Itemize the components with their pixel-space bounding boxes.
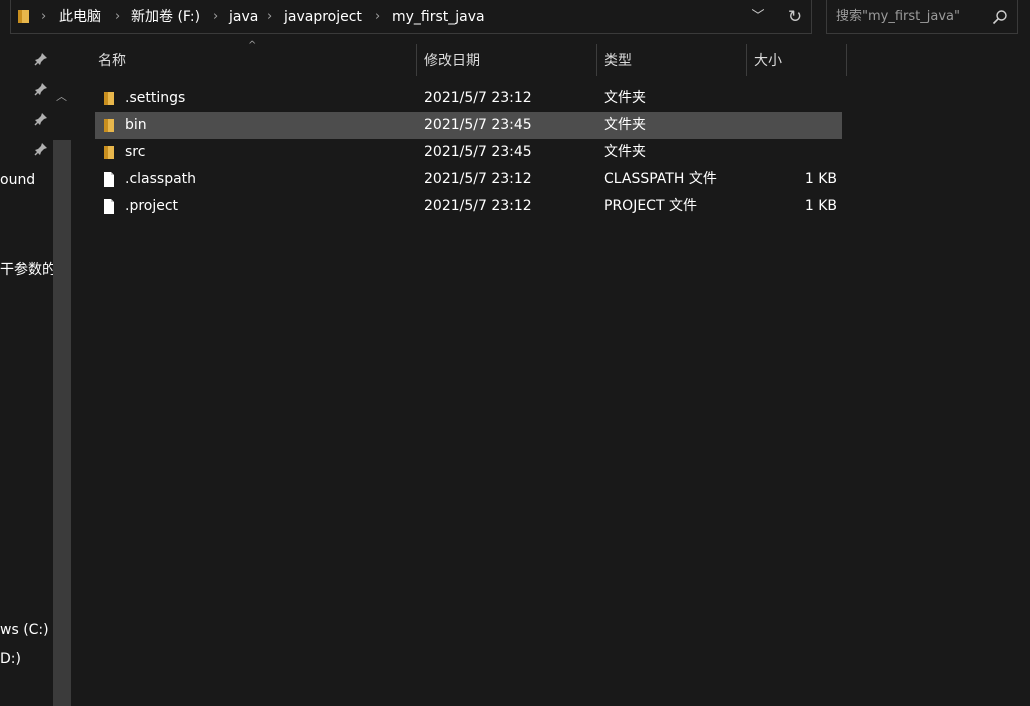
file-row[interactable]: .classpath 2021/5/7 23:12 CLASSPATH 文件 1…: [95, 166, 842, 193]
nav-item-drive-d[interactable]: D:): [0, 650, 21, 668]
breadcrumb-javaproject[interactable]: javaproject: [284, 8, 362, 26]
file-row-selected[interactable]: bin 2021/5/7 23:45 文件夹: [95, 112, 842, 139]
folder-icon: [104, 92, 114, 105]
file-icon: [104, 172, 114, 187]
search-icon[interactable]: [992, 9, 1008, 25]
file-name: .classpath: [125, 171, 197, 187]
file-name: bin: [125, 117, 147, 133]
pin-icon[interactable]: [34, 112, 48, 126]
address-history-dropdown[interactable]: ﹀: [744, 5, 772, 29]
breadcrumb-this-pc[interactable]: 此电脑: [59, 8, 101, 26]
pin-icon[interactable]: [34, 82, 48, 96]
refresh-icon[interactable]: ↻: [781, 5, 809, 29]
file-date: 2021/5/7 23:45: [424, 144, 532, 160]
column-divider[interactable]: [846, 44, 847, 76]
nav-item-drive-c[interactable]: ws (C:): [0, 621, 49, 639]
breadcrumb-java[interactable]: java: [229, 8, 258, 26]
file-name: .project: [125, 198, 179, 214]
chevron-right-icon[interactable]: ›: [115, 8, 120, 26]
file-type: CLASSPATH 文件: [604, 171, 717, 187]
file-date: 2021/5/7 23:12: [424, 171, 532, 187]
column-header-name[interactable]: 名称: [98, 52, 126, 70]
breadcrumb-my-first-java[interactable]: my_first_java: [392, 8, 485, 26]
file-icon: [104, 199, 114, 214]
file-date: 2021/5/7 23:45: [424, 117, 532, 133]
chevron-right-icon[interactable]: ›: [267, 8, 272, 26]
address-bar-region: › 此电脑 › 新加卷 (F:) › java › javaproject › …: [0, 0, 1030, 40]
breadcrumb-drive-f[interactable]: 新加卷 (F:): [131, 8, 200, 26]
pin-icon[interactable]: [34, 52, 48, 66]
nav-item-partial[interactable]: 干参数的J: [0, 261, 60, 279]
file-size: 1 KB: [804, 171, 837, 187]
pin-icon[interactable]: [34, 142, 48, 156]
column-divider[interactable]: [596, 44, 597, 76]
chevron-up-icon[interactable]: ︿: [56, 88, 67, 104]
sort-ascending-icon: ^: [248, 40, 257, 51]
search-placeholder: 搜索"my_first_java": [836, 9, 960, 24]
file-row[interactable]: src 2021/5/7 23:45 文件夹: [95, 139, 842, 166]
file-date: 2021/5/7 23:12: [424, 90, 532, 106]
file-row[interactable]: .project 2021/5/7 23:12 PROJECT 文件 1 KB: [95, 193, 842, 220]
column-header-size[interactable]: 大小: [754, 52, 782, 70]
file-type: 文件夹: [604, 90, 646, 106]
folder-icon: [104, 119, 114, 132]
column-header-type[interactable]: 类型: [604, 52, 632, 70]
nav-scrollbar[interactable]: [53, 140, 71, 706]
chevron-right-icon[interactable]: ›: [213, 8, 218, 26]
folder-icon: [18, 10, 29, 23]
chevron-right-icon[interactable]: ›: [375, 8, 380, 26]
file-list-pane: ^ 名称 修改日期 类型 大小 .settings 2021/5/7 23:12…: [74, 40, 1030, 666]
folder-icon: [104, 146, 114, 159]
file-row[interactable]: .settings 2021/5/7 23:12 文件夹: [95, 85, 842, 112]
search-input[interactable]: 搜索"my_first_java": [826, 0, 1018, 34]
address-bar[interactable]: › 此电脑 › 新加卷 (F:) › java › javaproject › …: [10, 0, 812, 34]
column-divider[interactable]: [746, 44, 747, 76]
file-type: PROJECT 文件: [604, 198, 697, 214]
file-name: .settings: [125, 90, 186, 106]
file-type: 文件夹: [604, 144, 646, 160]
chevron-right-icon[interactable]: ›: [41, 8, 46, 26]
nav-item-partial[interactable]: ound: [0, 171, 35, 189]
column-divider[interactable]: [416, 44, 417, 76]
column-header-date[interactable]: 修改日期: [424, 52, 480, 70]
navigation-pane: ︿ ound 干参数的J ws (C:) D:): [0, 40, 72, 706]
file-size: 1 KB: [804, 198, 837, 214]
file-type: 文件夹: [604, 117, 646, 133]
file-date: 2021/5/7 23:12: [424, 198, 532, 214]
file-name: src: [125, 144, 146, 160]
